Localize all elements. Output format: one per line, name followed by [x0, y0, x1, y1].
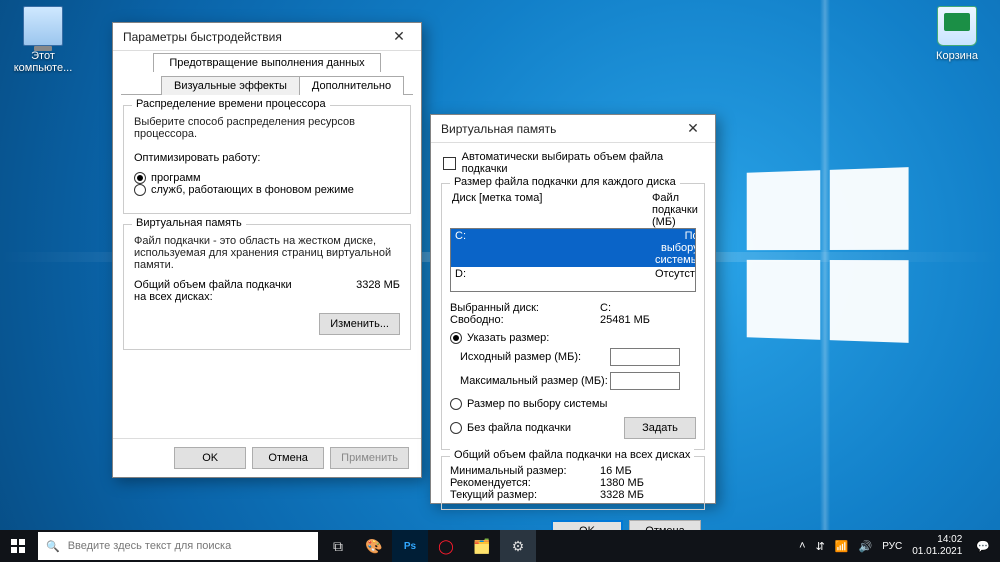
vm-title: Виртуальная память: [441, 122, 677, 136]
cpu-desc: Выберите способ распределения ресурсов п…: [134, 116, 400, 140]
drive-row-d[interactable]: D: Отсутствует: [451, 267, 695, 281]
recycle-icon: [937, 6, 977, 46]
vm-titlebar[interactable]: Виртуальная память ✕: [431, 115, 715, 143]
drive-list[interactable]: C: По выбору системы D: Отсутствует: [450, 228, 696, 292]
this-pc-icon[interactable]: Этот компьюте...: [8, 6, 78, 74]
radio-no-paging[interactable]: Без файла подкачки: [450, 422, 571, 434]
vm-desc: Файл подкачки - это область на жестком д…: [134, 235, 400, 271]
perf-titlebar[interactable]: Параметры быстродействия ✕: [113, 23, 421, 51]
radio-system-managed[interactable]: Размер по выбору системы: [450, 398, 607, 410]
cancel-button[interactable]: Отмена: [252, 447, 324, 469]
apply-button[interactable]: Применить: [330, 447, 409, 469]
drive-header: Диск [метка тома] Файл подкачки (МБ): [450, 192, 696, 228]
initial-size-input[interactable]: [610, 348, 680, 366]
perf-button-row: OK Отмена Применить: [113, 438, 421, 477]
computer-icon: [23, 6, 63, 46]
vm-legend: Виртуальная память: [132, 217, 246, 229]
this-pc-label: Этот компьюте...: [8, 50, 78, 74]
settings-app-icon[interactable]: ⚙: [500, 530, 536, 562]
drive-row-c[interactable]: C: По выбору системы: [451, 229, 695, 267]
performance-options-window: Параметры быстродействия ✕ Предотвращени…: [112, 22, 422, 478]
optimize-label: Оптимизировать работу:: [134, 152, 400, 164]
max-size-input[interactable]: [610, 372, 680, 390]
radio-services[interactable]: служб, работающих в фоновом режиме: [134, 184, 354, 196]
virtual-memory-window: Виртуальная память ✕ Автоматически выбир…: [430, 114, 716, 504]
photoshop-app-icon[interactable]: Ps: [392, 530, 428, 562]
recycle-label: Корзина: [922, 50, 992, 62]
system-tray: ˄ ⇵ 📶 🔊 РУС 14:02 01.01.2021 💬: [789, 534, 1000, 558]
cpu-groupbox: Распределение времени процессора Выберит…: [123, 105, 411, 214]
vm-groupbox: Виртуальная память Файл подкачки - это о…: [123, 224, 411, 350]
clock[interactable]: 14:02 01.01.2021: [912, 534, 966, 558]
desktop: Этот компьюте... Корзина Параметры быстр…: [0, 0, 1000, 562]
search-icon: 🔍: [46, 540, 60, 553]
vm-total-value: 3328 МБ: [356, 279, 400, 303]
vm-total-label: Общий объем файла подкачки на всех диска…: [134, 279, 304, 303]
auto-manage-checkbox[interactable]: Автоматически выбирать объем файла подка…: [443, 151, 703, 175]
opera-app-icon[interactable]: ◯: [428, 530, 464, 562]
windows-logo: [747, 167, 909, 343]
change-button[interactable]: Изменить...: [319, 313, 400, 335]
recycle-bin-icon[interactable]: Корзина: [922, 6, 992, 62]
network-icon[interactable]: ⇵: [816, 540, 825, 553]
totals-groupbox: Общий объем файла подкачки на всех диска…: [441, 456, 705, 510]
cpu-legend: Распределение времени процессора: [132, 98, 330, 110]
drive-legend: Размер файла подкачки для каждого диска: [450, 176, 680, 188]
radio-custom-size[interactable]: Указать размер:: [450, 332, 549, 344]
start-button[interactable]: [0, 530, 36, 562]
close-icon[interactable]: ✕: [383, 27, 415, 47]
search-placeholder: Введите здесь текст для поиска: [68, 540, 232, 552]
language-indicator[interactable]: РУС: [882, 541, 902, 552]
drive-groupbox: Размер файла подкачки для каждого диска …: [441, 183, 705, 450]
wifi-icon[interactable]: 📶: [835, 540, 849, 553]
perf-title: Параметры быстродействия: [123, 30, 383, 44]
tray-chevron-icon[interactable]: ˄: [799, 540, 805, 552]
task-view-icon[interactable]: ⧉: [320, 530, 356, 562]
notifications-icon[interactable]: 💬: [976, 540, 990, 553]
ok-button[interactable]: OK: [174, 447, 246, 469]
tab-advanced[interactable]: Дополнительно: [299, 76, 404, 95]
search-input[interactable]: 🔍 Введите здесь текст для поиска: [38, 532, 318, 560]
explorer-app-icon[interactable]: 🗂️: [464, 530, 500, 562]
tab-visual-effects[interactable]: Визуальные эффекты: [161, 76, 300, 95]
volume-icon[interactable]: 🔊: [859, 540, 873, 553]
taskbar: 🔍 Введите здесь текст для поиска ⧉ 🎨 Ps …: [0, 530, 1000, 562]
paint-app-icon[interactable]: 🎨: [356, 530, 392, 562]
close-icon[interactable]: ✕: [677, 119, 709, 139]
radio-programs[interactable]: программ: [134, 172, 201, 184]
tab-dep[interactable]: Предотвращение выполнения данных: [153, 53, 381, 72]
set-button[interactable]: Задать: [624, 417, 696, 439]
tabs: Визуальные эффекты Дополнительно: [121, 75, 413, 95]
